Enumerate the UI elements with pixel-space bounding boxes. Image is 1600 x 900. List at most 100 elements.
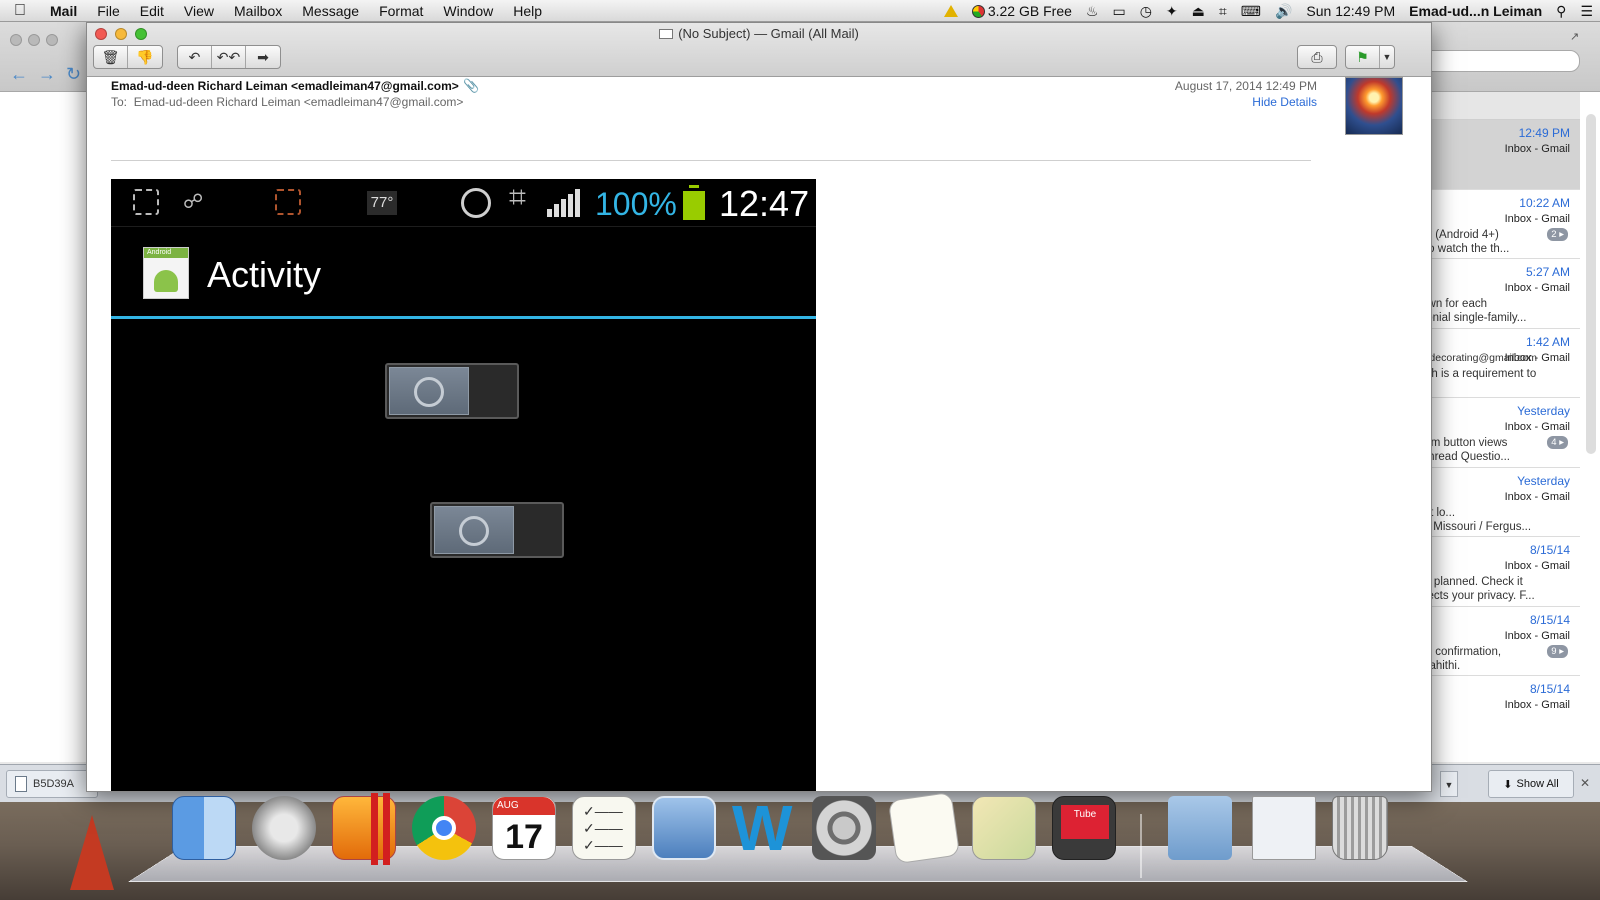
menu-app[interactable]: Mail bbox=[40, 3, 87, 19]
menu-format[interactable]: Format bbox=[369, 3, 433, 19]
list-item[interactable]: Yesterday Inbox - Gmail ustom button vie… bbox=[1409, 398, 1580, 468]
print-group: ⎙ bbox=[1297, 45, 1337, 69]
calendar-icon[interactable]: AUG 17 bbox=[492, 796, 556, 860]
message-preview-line1: saint lo... bbox=[1409, 506, 1456, 519]
message-time: 8/15/14 bbox=[1529, 543, 1570, 557]
reply-icon[interactable]: ↶ bbox=[178, 46, 212, 68]
message-account: Inbox - Gmail bbox=[1504, 490, 1570, 503]
browser-window-controls bbox=[10, 34, 58, 46]
message-time: Yesterday bbox=[1517, 473, 1570, 488]
to-label: To: bbox=[111, 95, 128, 109]
list-item[interactable]: 8/15/14 Inbox - Gmail bbox=[1409, 676, 1580, 724]
envelope-icon bbox=[659, 29, 674, 39]
toggle-switch-1[interactable] bbox=[385, 363, 519, 419]
window-title: (No Subject) — Gmail (All Mail) bbox=[87, 26, 1431, 41]
menu-edit[interactable]: Edit bbox=[130, 3, 174, 19]
reminders-icon[interactable]: ✓—— ✓—— ✓—— bbox=[572, 796, 636, 860]
maps-icon[interactable] bbox=[972, 796, 1036, 860]
airplay-icon[interactable]: ▭ bbox=[1105, 3, 1132, 20]
youtube-app-icon[interactable]: Tube bbox=[1052, 796, 1116, 860]
message-list: 12:49 PM Inbox - Gmail 10:22 AM Inbox - … bbox=[1408, 92, 1580, 724]
reply-group: ↶ ↶↶ ➡ bbox=[177, 45, 281, 69]
address-bar[interactable] bbox=[1420, 50, 1580, 72]
menu-message[interactable]: Message bbox=[292, 3, 369, 19]
menu-mailbox[interactable]: Mailbox bbox=[224, 3, 292, 19]
list-item[interactable]: 12:49 PM Inbox - Gmail bbox=[1409, 120, 1580, 190]
forward-icon[interactable]: → bbox=[38, 64, 56, 85]
hide-details-link[interactable]: Hide Details bbox=[1252, 95, 1317, 109]
recipient[interactable]: Emad-ud-deen Richard Leiman <emadleiman4… bbox=[134, 95, 464, 109]
list-item[interactable]: 8/15/14 Inbox - Gmail r the confirmation… bbox=[1409, 607, 1580, 676]
word-icon[interactable]: W bbox=[732, 796, 796, 860]
mail-app-icon[interactable] bbox=[652, 796, 716, 860]
browser-close-button[interactable] bbox=[10, 34, 22, 46]
menu-file[interactable]: File bbox=[87, 3, 130, 19]
message-time: 5:27 AM bbox=[1525, 265, 1570, 279]
wifi-icon: ⌗ bbox=[509, 181, 526, 214]
list-item[interactable]: 1:42 AM Inbox - Gmail maddecorating@gmai… bbox=[1409, 329, 1580, 398]
system-preferences-icon[interactable] bbox=[812, 796, 876, 860]
trash-icon[interactable]: 🗑 bbox=[94, 46, 128, 68]
bluetooth-icon[interactable]: ✦ bbox=[1159, 3, 1185, 20]
message-date: August 17, 2014 12:49 PM bbox=[1174, 79, 1317, 93]
message-time: 8/15/14 bbox=[1529, 682, 1570, 696]
parallels-icon[interactable] bbox=[332, 793, 396, 865]
volume-icon[interactable]: 🔊 bbox=[1268, 3, 1299, 20]
menubar-clock[interactable]: Sun 12:49 PM bbox=[1299, 3, 1402, 19]
wifi-icon[interactable]: ⌗ bbox=[1212, 3, 1234, 20]
sender[interactable]: Emad-ud-deen Richard Leiman <emadleiman4… bbox=[111, 79, 459, 93]
menubar-user[interactable]: Emad-ud...n Leiman bbox=[1402, 3, 1549, 19]
forward-icon[interactable]: ➡ bbox=[246, 46, 280, 68]
download-item[interactable]: B5D39A bbox=[6, 770, 98, 798]
list-item[interactable]: 8/15/14 Inbox - Gmail dule planned. Chec… bbox=[1409, 537, 1580, 607]
spotlight-icon[interactable]: ⚲ bbox=[1549, 3, 1573, 20]
notification-center-icon[interactable]: ☰ bbox=[1573, 3, 1600, 20]
chevron-down-icon[interactable]: ▼ bbox=[1380, 46, 1394, 68]
menu-help[interactable]: Help bbox=[503, 3, 552, 19]
textedit-icon[interactable] bbox=[887, 791, 961, 865]
trash-can-icon[interactable] bbox=[1332, 796, 1388, 860]
thread-count-badge[interactable]: 2 ▸ bbox=[1547, 227, 1568, 241]
menu-view[interactable]: View bbox=[174, 3, 224, 19]
flag-icon[interactable]: ⚑ bbox=[1346, 46, 1380, 68]
list-item[interactable]: 5:27 AM Inbox - Gmail shown for each Col… bbox=[1409, 259, 1580, 329]
launchpad-icon[interactable] bbox=[252, 796, 316, 860]
list-item[interactable]: 10:22 AM Inbox - Gmail view (Android 4+)… bbox=[1409, 190, 1580, 259]
warning-icon[interactable] bbox=[937, 3, 965, 19]
disk-status[interactable]: 3.22 GB Free bbox=[965, 3, 1079, 19]
switch-thumb bbox=[389, 367, 469, 415]
chrome-icon[interactable] bbox=[412, 796, 476, 860]
eject-icon[interactable]: ⏏ bbox=[1185, 3, 1212, 20]
message-time: 1:42 AM bbox=[1525, 334, 1570, 349]
fullscreen-icon[interactable]: ↗ bbox=[1570, 30, 1579, 43]
keyboard-icon[interactable]: ⌨ bbox=[1234, 3, 1268, 20]
browser-zoom-button[interactable] bbox=[46, 34, 58, 46]
junk-icon[interactable]: 👎 bbox=[128, 46, 162, 68]
message-preview-line1: shown for each bbox=[1409, 298, 1487, 310]
finder-icon[interactable] bbox=[172, 796, 236, 860]
message-time: 8/15/14 bbox=[1529, 612, 1570, 627]
close-icon[interactable]: ✕ bbox=[1580, 776, 1590, 790]
usb-icon: ☍ bbox=[183, 191, 204, 213]
print-icon[interactable]: ⎙ bbox=[1298, 46, 1336, 68]
list-item[interactable]: Yesterday Inbox - Gmail saint lo... ouis… bbox=[1409, 468, 1580, 537]
toggle-switch-2[interactable] bbox=[430, 502, 564, 558]
thread-count-badge[interactable]: 4 ▸ bbox=[1547, 436, 1568, 449]
recipient-row: To: Emad-ud-deen Richard Leiman <emadlei… bbox=[111, 95, 463, 109]
reload-icon[interactable]: ↻ bbox=[66, 64, 81, 85]
disk-pie-icon bbox=[971, 5, 985, 18]
scrollbar[interactable] bbox=[1586, 114, 1596, 454]
bell-icon[interactable]: ♨ bbox=[1079, 3, 1106, 20]
folder-icon[interactable] bbox=[1168, 796, 1232, 860]
reply-all-icon[interactable]: ↶↶ bbox=[212, 46, 246, 68]
back-icon[interactable]: ← bbox=[10, 64, 28, 85]
apple-icon[interactable]:  bbox=[0, 2, 40, 20]
browser-minimize-button[interactable] bbox=[28, 34, 40, 46]
show-all-button[interactable]: ⬇ Show All bbox=[1488, 770, 1574, 798]
message-preview-line2: nonth is a requirement to bbox=[1409, 367, 1537, 380]
downloads-stack-icon[interactable] bbox=[1252, 796, 1316, 860]
time-machine-icon[interactable]: ◷ bbox=[1133, 3, 1159, 20]
thread-count-badge[interactable]: 9 ▸ bbox=[1547, 644, 1568, 658]
menu-window[interactable]: Window bbox=[433, 3, 503, 19]
android-logo-icon: Android bbox=[143, 247, 189, 299]
